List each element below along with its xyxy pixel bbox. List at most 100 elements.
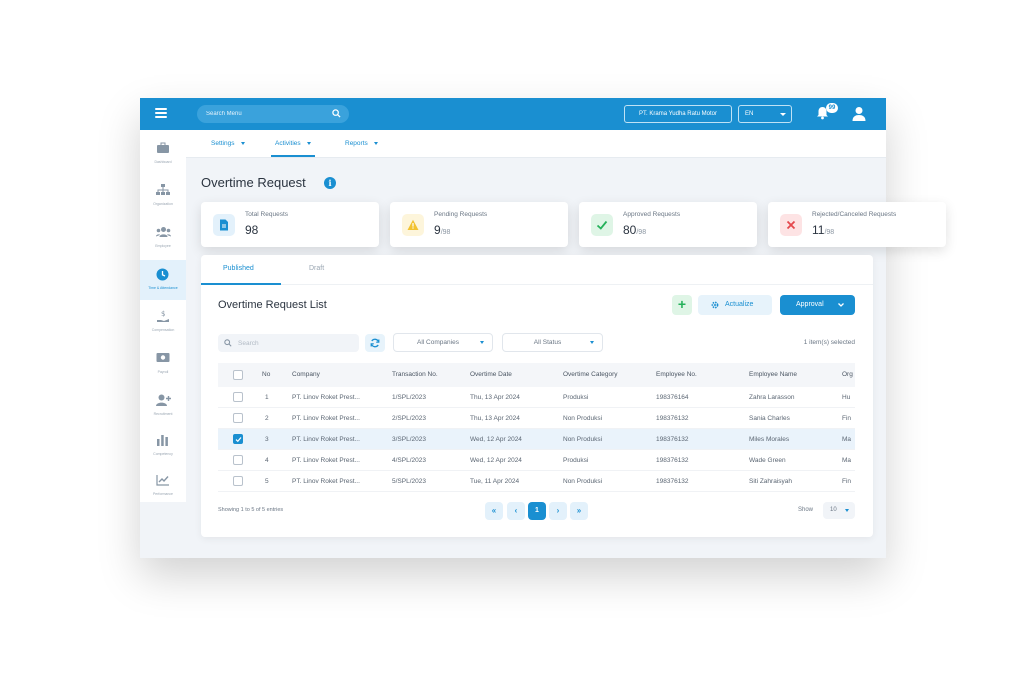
col-org[interactable]: Org [842, 371, 855, 378]
table-search-input[interactable] [238, 337, 348, 349]
money-hand-icon: $ [157, 310, 169, 322]
info-icon[interactable]: i [324, 177, 336, 189]
page-size-select[interactable]: 10 [823, 502, 855, 519]
sidebar-item-payroll[interactable]: Payroll [140, 344, 186, 384]
row-checkbox[interactable] [233, 476, 243, 486]
table-row-selected[interactable]: 3 PT. Linov Roket Prest... 3/SPL/2023 We… [218, 429, 855, 450]
selected-count: 1 item(s) selected [803, 339, 855, 346]
close-icon [780, 214, 802, 236]
tab-draft[interactable]: Draft [309, 265, 324, 272]
company-selector[interactable]: PT. Krama Yudha Ratu Motor [624, 105, 732, 123]
sidebar-item-dashboard[interactable]: Dashboard [140, 134, 186, 174]
col-transaction-no[interactable]: Transaction No. [392, 371, 438, 378]
stat-value: 98 [245, 223, 258, 237]
tab-published[interactable]: Published [223, 265, 254, 272]
chevron-down-icon [480, 341, 484, 344]
menu-search-box[interactable] [197, 105, 349, 123]
cell-company: PT. Linov Roket Prest... [292, 415, 360, 422]
stat-suffix: /98 [824, 229, 835, 236]
select-all-checkbox[interactable] [233, 370, 243, 380]
top-bar: PT. Krama Yudha Ratu Motor EN 99 [140, 98, 886, 130]
table-row[interactable]: 5 PT. Linov Roket Prest... 5/SPL/2023 Tu… [218, 471, 855, 492]
stat-card-rejected: Rejected/Canceled Requests 11/98 [768, 202, 946, 247]
sidebar-item-label: Payroll [157, 370, 169, 374]
cell-no: 1 [265, 394, 269, 401]
col-employee-name[interactable]: Employee Name [749, 371, 797, 378]
menu-search-input[interactable] [206, 108, 326, 120]
col-employee-no[interactable]: Employee No. [656, 371, 697, 378]
clock-icon [156, 268, 169, 281]
search-icon[interactable] [332, 109, 341, 118]
subnav-label: Activities [275, 140, 301, 147]
cell-company: PT. Linov Roket Prest... [292, 394, 360, 401]
cell-employee-no: 198376132 [656, 415, 689, 422]
cell-transaction-no: 1/SPL/2023 [392, 394, 426, 401]
stat-number: 98 [245, 223, 259, 237]
next-page-button[interactable]: › [549, 502, 567, 520]
stat-value: 9/98 [434, 223, 450, 237]
add-user-icon [156, 394, 171, 406]
cell-transaction-no: 5/SPL/2023 [392, 478, 426, 485]
check-icon [591, 214, 613, 236]
actualize-button[interactable]: Actualize [698, 295, 772, 315]
row-checkbox-checked[interactable] [233, 434, 243, 444]
subnav-reports[interactable]: Reports [345, 140, 378, 147]
sidebar-item-label: Compensation [151, 328, 175, 332]
subnav-activities[interactable]: Activities [271, 140, 315, 157]
col-company[interactable]: Company [292, 371, 320, 378]
sidebar-item-time-attendance[interactable]: Time & Attendance [140, 260, 186, 300]
sidebar-item-organization[interactable]: Organization [140, 176, 186, 216]
col-overtime-category[interactable]: Overtime Category [563, 371, 618, 378]
cell-org: Fin [842, 415, 852, 422]
stat-card-pending: Pending Requests 9/98 [390, 202, 568, 247]
table-row[interactable]: 1 PT. Linov Roket Prest... 1/SPL/2023 Th… [218, 387, 855, 408]
user-icon[interactable] [852, 106, 866, 121]
sidebar-item-recruitment[interactable]: Recruitment [140, 386, 186, 426]
page-title: Overtime Request [201, 175, 306, 190]
approval-button[interactable]: Approval [780, 295, 855, 315]
prev-page-button[interactable]: ‹ [507, 502, 525, 520]
first-page-button[interactable]: « [485, 502, 503, 520]
cell-org: Hu [842, 394, 851, 401]
chevron-down-icon [590, 341, 594, 344]
sidebar-item-label: Time & Attendance [148, 286, 178, 290]
search-icon [224, 339, 232, 347]
refresh-button[interactable] [365, 334, 385, 352]
cell-employee-no: 198376164 [656, 394, 689, 401]
chevron-down-icon [845, 509, 849, 512]
cell-employee-name: Miles Morales [749, 436, 790, 443]
status-filter[interactable]: All Status [502, 333, 603, 352]
row-checkbox[interactable] [233, 392, 243, 402]
subnav-label: Reports [345, 140, 368, 147]
notification-badge: 99 [826, 103, 838, 113]
cell-employee-no: 198376132 [656, 436, 689, 443]
companies-filter[interactable]: All Companies [393, 333, 493, 352]
cell-transaction-no: 4/SPL/2023 [392, 457, 426, 464]
menu-icon[interactable] [155, 108, 167, 118]
actualize-label: Actualize [725, 301, 754, 308]
sidebar-item-employee[interactable]: Employee [140, 218, 186, 258]
add-button[interactable]: + [672, 295, 692, 315]
approval-label: Approval [796, 301, 824, 308]
status-filter-value: All Status [533, 339, 562, 346]
col-overtime-date[interactable]: Overtime Date [470, 371, 512, 378]
row-checkbox[interactable] [233, 455, 243, 465]
table-row[interactable]: 4 PT. Linov Roket Prest... 4/SPL/2023 We… [218, 450, 855, 471]
language-selector[interactable]: EN [738, 105, 792, 123]
companies-filter-value: All Companies [417, 339, 459, 346]
chevron-down-icon [240, 141, 245, 145]
table-search-box[interactable] [218, 334, 359, 352]
stat-title: Approved Requests [623, 211, 681, 218]
sidebar-item-competency[interactable]: Competency [140, 426, 186, 466]
sidebar-item-compensation[interactable]: $ Compensation [140, 302, 186, 342]
col-no[interactable]: No [262, 371, 270, 378]
row-checkbox[interactable] [233, 413, 243, 423]
sub-navigation: Settings Activities Reports [186, 130, 886, 158]
table-row[interactable]: 2 PT. Linov Roket Prest... 2/SPL/2023 Th… [218, 408, 855, 429]
svg-text:$: $ [161, 310, 165, 318]
page-button-current[interactable]: 1 [528, 502, 546, 520]
subnav-settings[interactable]: Settings [211, 140, 245, 147]
last-page-button[interactable]: » [570, 502, 588, 520]
stat-title: Rejected/Canceled Requests [812, 211, 897, 218]
sidebar-item-performance[interactable]: Performance [140, 466, 186, 506]
